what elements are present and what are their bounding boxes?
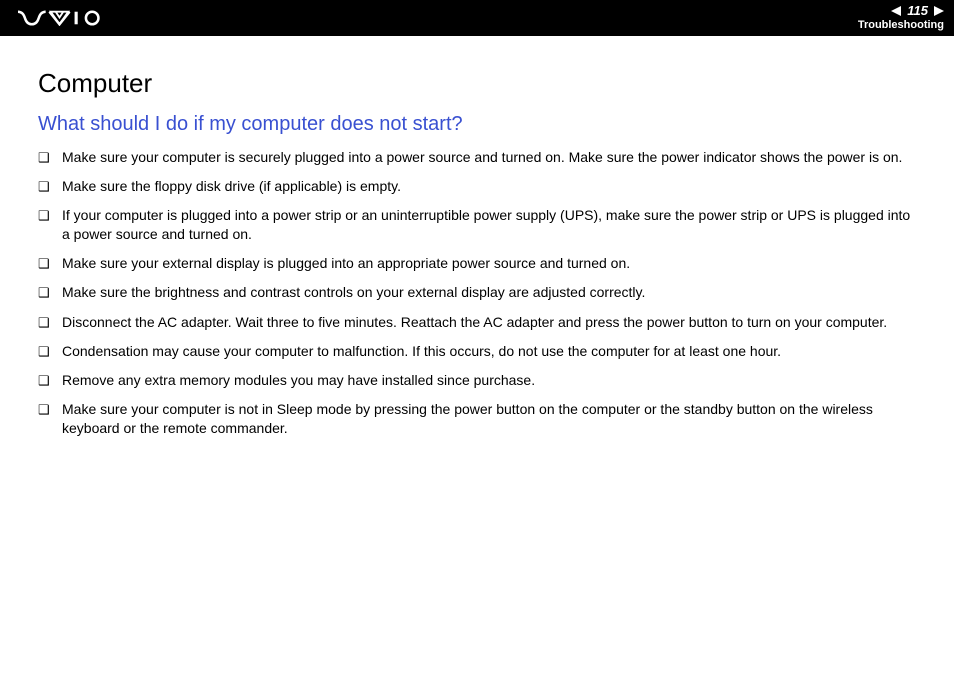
bullet-text: Remove any extra memory modules you may …: [62, 371, 916, 390]
section-name: Troubleshooting: [858, 19, 944, 32]
bullet-icon: ❑: [38, 313, 62, 332]
page-header: 115 Troubleshooting: [0, 0, 954, 36]
list-item: ❑ Make sure your computer is not in Slee…: [38, 400, 916, 438]
list-item: ❑ Make sure your computer is securely pl…: [38, 148, 916, 167]
bullet-text: Condensation may cause your computer to …: [62, 342, 916, 361]
bullet-icon: ❑: [38, 400, 62, 419]
page-number: 115: [905, 3, 930, 18]
prev-page-icon[interactable]: [891, 6, 901, 16]
list-item: ❑ Make sure the floppy disk drive (if ap…: [38, 177, 916, 196]
bullet-text: Make sure your computer is securely plug…: [62, 148, 916, 167]
bullet-icon: ❑: [38, 371, 62, 390]
bullet-icon: ❑: [38, 177, 62, 196]
list-item: ❑ Disconnect the AC adapter. Wait three …: [38, 313, 916, 332]
header-right: 115 Troubleshooting: [858, 0, 944, 36]
bullet-text: Disconnect the AC adapter. Wait three to…: [62, 313, 916, 332]
bullet-icon: ❑: [38, 342, 62, 361]
next-page-icon[interactable]: [934, 6, 944, 16]
list-item: ❑ Make sure the brightness and contrast …: [38, 283, 916, 302]
list-item: ❑ If your computer is plugged into a pow…: [38, 206, 916, 244]
bullet-text: Make sure the floppy disk drive (if appl…: [62, 177, 916, 196]
vaio-logo: [18, 10, 106, 26]
main-heading: Computer: [38, 68, 916, 99]
list-item: ❑ Condensation may cause your computer t…: [38, 342, 916, 361]
bullet-text: Make sure your computer is not in Sleep …: [62, 400, 916, 438]
bullet-icon: ❑: [38, 206, 62, 225]
sub-heading: What should I do if my computer does not…: [38, 113, 916, 136]
page-nav: 115: [891, 3, 944, 18]
bullet-text: Make sure the brightness and contrast co…: [62, 283, 916, 302]
bullet-icon: ❑: [38, 148, 62, 167]
bullet-list: ❑ Make sure your computer is securely pl…: [38, 148, 916, 438]
bullet-icon: ❑: [38, 254, 62, 273]
list-item: ❑ Remove any extra memory modules you ma…: [38, 371, 916, 390]
page-content: Computer What should I do if my computer…: [0, 36, 954, 438]
bullet-icon: ❑: [38, 283, 62, 302]
list-item: ❑ Make sure your external display is plu…: [38, 254, 916, 273]
bullet-text: If your computer is plugged into a power…: [62, 206, 916, 244]
bullet-text: Make sure your external display is plugg…: [62, 254, 916, 273]
